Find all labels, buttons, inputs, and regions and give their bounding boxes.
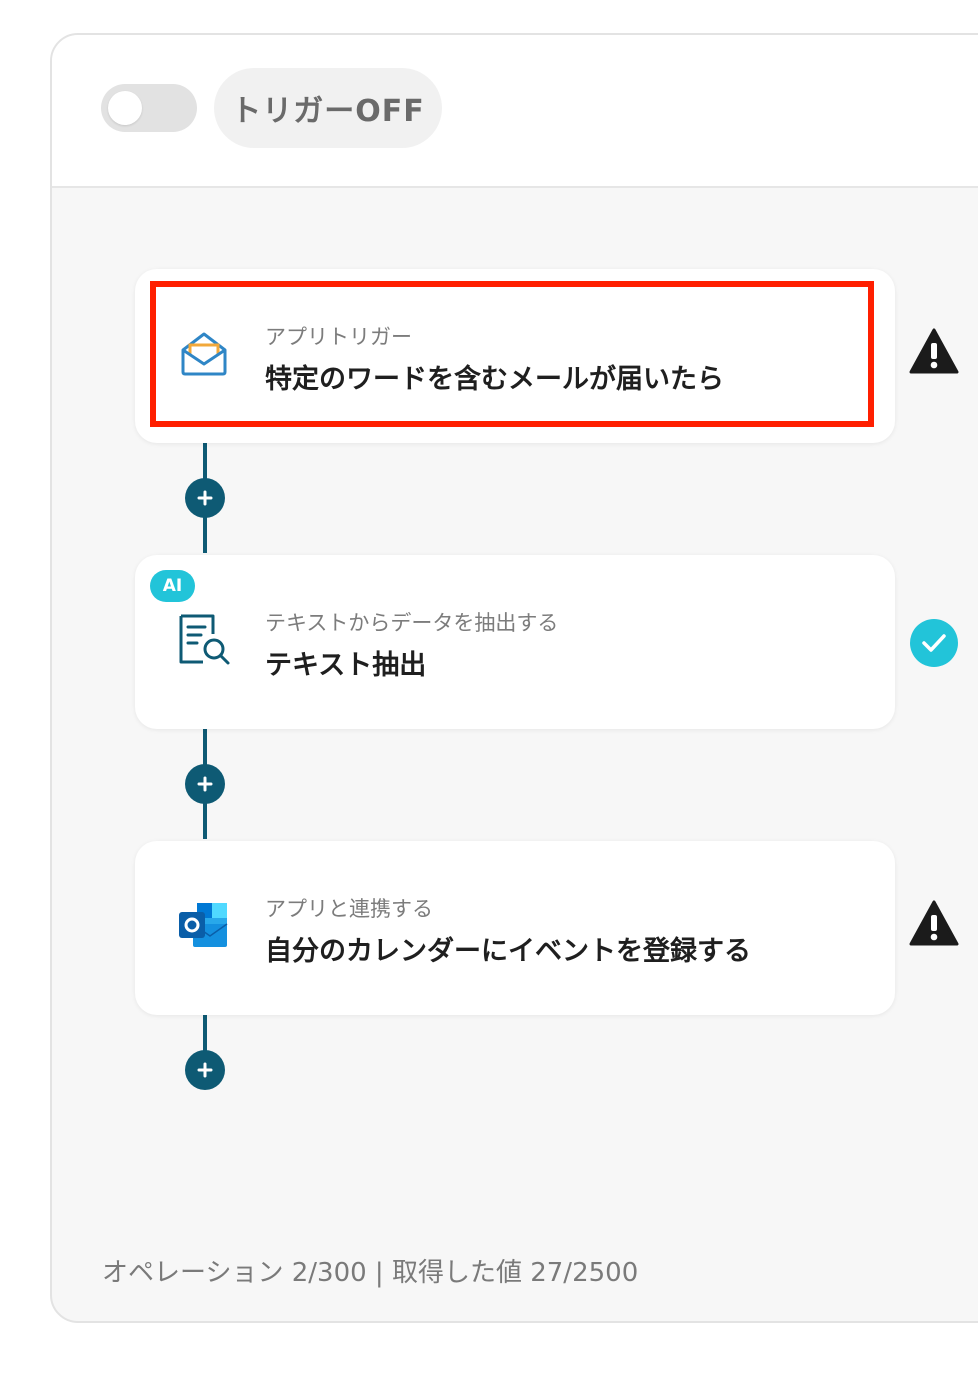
email-open-icon <box>181 332 227 376</box>
step-title: 特定のワードを含むメールが届いたら <box>265 364 724 395</box>
trigger-toggle[interactable] <box>101 84 197 132</box>
plus-icon <box>197 776 213 792</box>
plus-icon <box>197 1062 213 1078</box>
check-circle-icon <box>910 619 958 667</box>
step-subtitle: アプリと連携する <box>265 897 433 921</box>
toggle-knob <box>108 91 142 125</box>
warning-icon <box>909 900 959 946</box>
step-title: テキスト抽出 <box>265 650 427 681</box>
outlook-icon <box>179 903 228 947</box>
flow-panel: トリガーOFF アプリトリガー 特定のワードを含むメールが届いたら AI テキス… <box>50 33 978 1323</box>
trigger-status-label: トリガーOFF <box>214 68 442 148</box>
step-title: 自分のカレンダーにイベントを登録する <box>265 936 751 967</box>
flow-step-card-trigger[interactable]: アプリトリガー 特定のワードを含むメールが届いたら <box>135 269 895 443</box>
add-step-button[interactable] <box>185 1050 225 1090</box>
add-step-button[interactable] <box>185 764 225 804</box>
flow-step-card-ai[interactable]: AI テキストからデータを抽出する テキスト抽出 <box>135 555 895 729</box>
step-subtitle: テキストからデータを抽出する <box>265 611 559 635</box>
document-search-icon <box>179 614 230 665</box>
ai-badge: AI <box>150 570 195 602</box>
highlight-box <box>150 281 874 427</box>
usage-footer: オペレーション 2/300 | 取得した値 27/2500 <box>102 1258 639 1288</box>
add-step-button[interactable] <box>185 478 225 518</box>
step-subtitle: アプリトリガー <box>265 325 412 349</box>
flow-header: トリガーOFF <box>52 35 978 188</box>
flow-step-card-outlook[interactable]: アプリと連携する 自分のカレンダーにイベントを登録する <box>135 841 895 1015</box>
warning-icon <box>909 328 959 374</box>
plus-icon <box>197 490 213 506</box>
